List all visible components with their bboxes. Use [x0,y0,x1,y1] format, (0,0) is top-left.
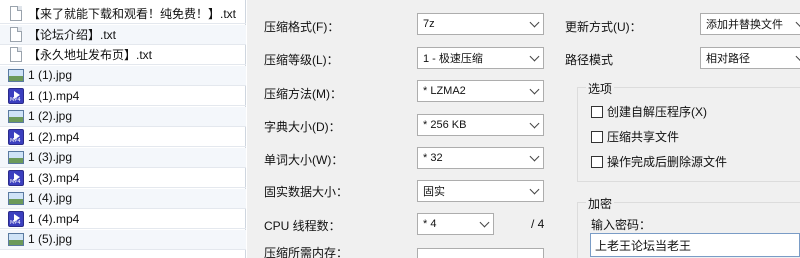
threads-select[interactable]: * 4 [417,213,494,235]
file-name: 【来了就能下载和观看！纯免费！】.txt [28,7,237,21]
file-row[interactable]: 1 (1).jpg [0,65,246,86]
chevron-down-icon [529,51,540,62]
mp4-badge: MP4 [10,219,21,226]
file-row[interactable]: 【来了就能下载和观看！纯免费！】.txt [0,4,246,24]
file-row[interactable]: 1 (2).jpg [0,106,246,127]
format-select[interactable]: 7z [417,13,544,35]
chevron-down-icon [529,17,540,28]
file-row[interactable]: MP4 1 (2).mp4 [0,127,246,147]
file-name: 1 (3).mp4 [28,170,80,185]
solid-value: 固实 [423,186,445,198]
level-label: 压缩等级(L)： [264,53,339,67]
txt-file-icon [10,26,22,42]
chevron-down-icon [795,51,800,62]
delete-after-checkbox[interactable]: 操作完成后删除源文件 [591,153,727,170]
file-row[interactable]: 1 (4).jpg [0,188,246,209]
checkbox-box[interactable] [591,105,603,118]
file-name: 1 (2).jpg [28,109,73,123]
method-select[interactable]: * LZMA2 [417,80,544,102]
file-list: 【来了就能下载和观看！纯免费！】.txt 【论坛介绍】.txt 【永久地址发布页】.… [0,0,246,258]
txt-file-icon [10,47,22,62]
update-mode-value: 添加并替换文件 [706,19,783,31]
path-mode-value: 相对路径 [706,53,750,65]
options-title: 选项 [586,80,615,97]
file-row[interactable]: MP4 1 (1).mp4 [0,86,246,106]
file-row[interactable]: 【永久地址发布页】.txt [0,45,246,65]
txt-file-icon [10,6,22,21]
checkbox-box[interactable] [591,155,603,168]
add-to-archive-dialog: 压缩格式(F)： 7z 压缩等级(L)： 1 - 极速压缩 压缩方法(M)： *… [247,0,800,258]
dict-label: 字典大小(D)： [264,120,341,134]
dict-select[interactable]: * 256 KB [417,114,544,136]
chevron-down-icon [529,151,540,162]
chevron-down-icon [529,184,540,195]
file-name: 1 (5).jpg [28,232,73,246]
level-select[interactable]: 1 - 极速压缩 [417,47,544,69]
chevron-down-icon [529,118,540,129]
file-name: 1 (4).jpg [28,191,73,205]
solid-select[interactable]: 固实 [417,180,544,202]
memory-label: 压缩所需内存： [264,246,349,258]
jpg-file-icon [8,68,24,82]
sfx-label: 创建自解压程序(X) [607,105,707,119]
file-name: 【永久地址发布页】.txt [28,48,153,62]
mp4-badge: MP4 [10,137,21,144]
word-label: 单词大小(W)： [264,153,344,167]
level-value: 1 - 极速压缩 [423,53,483,65]
encryption-title: 加密 [586,195,615,212]
update-mode-label: 更新方式(U)： [565,20,642,34]
mp4-badge: MP4 [10,178,21,185]
shared-files-label: 压缩共享文件 [607,130,680,144]
mp4-badge: MP4 [10,96,21,103]
dict-value: * 256 KB [423,119,467,131]
file-name: 1 (4).mp4 [28,211,80,226]
file-name: 1 (1).jpg [28,68,73,82]
file-name: 【论坛介绍】.txt [28,27,117,42]
mp4-file-icon: MP4 [8,87,24,104]
mp4-file-icon: MP4 [8,128,24,145]
jpg-file-icon [8,150,24,164]
path-mode-select[interactable]: 相对路径 [700,47,800,69]
file-name: 1 (2).mp4 [28,129,80,144]
delete-after-label: 操作完成后删除源文件 [607,155,728,169]
word-value: * 32 [423,152,443,164]
shared-files-checkbox[interactable]: 压缩共享文件 [591,128,679,145]
jpg-file-icon [8,109,24,123]
password-value: 上老王论坛当老王 [595,238,692,253]
file-row[interactable]: MP4 1 (3).mp4 [0,168,246,188]
file-name: 1 (1).mp4 [28,88,80,103]
threads-total: / 4 [531,217,545,231]
chevron-down-icon [529,84,540,95]
jpg-file-icon [8,232,24,246]
format-label: 压缩格式(F)： [264,20,340,34]
file-row[interactable]: 1 (5).jpg [0,229,246,250]
solid-label: 固实数据大小： [264,185,349,199]
password-input[interactable]: 上老王论坛当老王 [590,233,800,257]
mp4-file-icon: MP4 [8,169,24,186]
threads-label: CPU 线程数： [264,219,341,233]
mp4-file-icon: MP4 [8,210,24,227]
update-mode-select[interactable]: 添加并替换文件 [700,13,800,35]
password-label: 输入密码： [591,218,652,232]
method-value: * LZMA2 [423,85,466,97]
threads-value: * 4 [423,218,437,230]
jpg-file-icon [8,191,24,205]
memory-field [417,248,544,258]
file-name: 1 (3).jpg [28,150,73,164]
sfx-checkbox[interactable]: 创建自解压程序(X) [591,103,707,120]
word-select[interactable]: * 32 [417,147,544,169]
file-row[interactable]: MP4 1 (4).mp4 [0,209,246,229]
path-mode-label: 路径模式 [565,53,614,67]
file-row[interactable]: 1 (3).jpg [0,147,246,168]
method-label: 压缩方法(M)： [264,87,342,101]
checkbox-box[interactable] [591,130,603,143]
chevron-down-icon [479,217,490,228]
file-row[interactable]: 【论坛介绍】.txt [0,24,246,45]
format-value: 7z [423,18,435,30]
chevron-down-icon [795,17,800,28]
